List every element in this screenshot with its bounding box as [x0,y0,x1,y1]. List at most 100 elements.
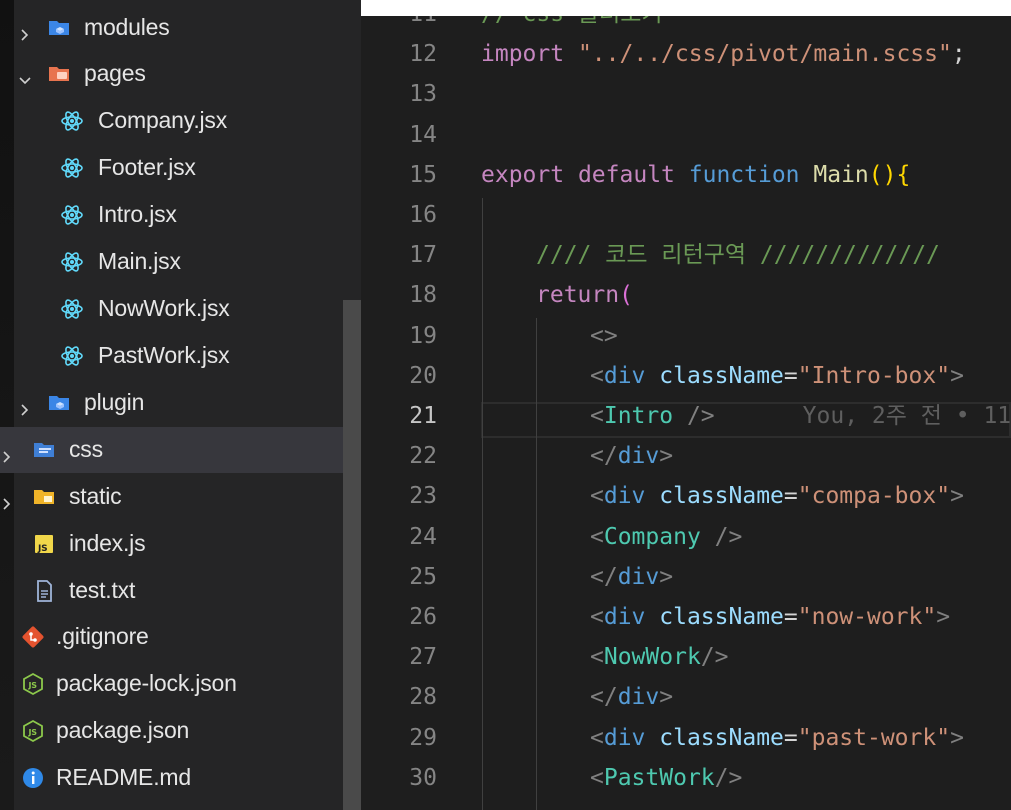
file-explorer: modules pages Company.jsx Footer.jsx Intr… [0,0,361,810]
explorer-scrollbar[interactable] [343,300,361,810]
code-text: </div> [590,677,673,717]
svg-text:JS: JS [28,681,38,690]
line-number: 27 [409,644,437,671]
code-token: function [688,161,800,188]
code-line[interactable]: 28 </div> [361,677,1011,717]
folder-item[interactable]: pages [0,51,361,97]
line-number: 19 [409,322,437,349]
tree-item-label: css [69,436,103,462]
code-token: div [603,483,646,510]
code-text: <NowWork/> [590,637,729,677]
line-number: 24 [409,523,437,550]
file-item[interactable]: JS package.json [0,708,361,754]
tree-item-label: plugin [84,389,145,415]
code-token: </ [590,563,618,590]
code-line[interactable]: 17 //// 코드 리턴구역 ///////////// [361,235,1011,275]
file-item[interactable]: test.txt [0,568,361,614]
file-item[interactable]: Main.jsx [0,239,361,285]
file-item[interactable]: JS package-lock.json [0,661,361,707]
react-icon [60,297,84,321]
chevron-right-icon[interactable] [0,443,14,463]
react-icon [60,250,84,274]
code-text: <div className="compa-box"> [590,476,964,516]
line-number: 29 [409,724,437,751]
code-line[interactable]: 16 [361,195,1011,235]
code-token: > [659,563,674,590]
tree-item-label: Main.jsx [98,248,181,274]
code-line[interactable]: 25 </div> [361,557,1011,597]
code-line[interactable]: 21 <Intro /> You, 2주 전 • 11 [361,396,1011,436]
code-line[interactable]: 24 <Company /> [361,517,1011,557]
code-token: = [783,362,798,389]
file-item[interactable]: JS index.js [0,521,361,567]
code-token: < [590,483,604,510]
code-token: < [590,644,604,671]
code-line[interactable]: 19 <> [361,316,1011,356]
code-line[interactable]: 29 <div className="past-work"> [361,718,1011,758]
chevron-right-icon[interactable] [0,490,14,510]
code-line[interactable]: 13 [361,74,1011,114]
folder-item[interactable]: static [0,474,361,520]
code-token: > [950,724,964,751]
react-icon [60,344,84,368]
line-number: 18 [409,282,437,309]
line-number: 21 [409,403,437,429]
code-line[interactable]: 26 <div className="now-work"> [361,597,1011,637]
git-icon [21,625,45,649]
code-editor[interactable]: 11 // css 불러오기 12 import "../../css/pivot/m… [361,16,1011,810]
tree-item-label: PastWork.jsx [98,342,230,368]
tree-item-label: Company.jsx [98,107,228,133]
code-line[interactable]: 30 <PastWork/> [361,758,1011,798]
code-line[interactable]: 12 import "../../css/pivot/main.scss"; [361,34,1011,74]
code-line[interactable]: 15 export default function Main(){ [361,155,1011,195]
chevron-down-icon[interactable] [18,67,32,85]
line-number: 26 [409,604,437,630]
tree-item-label: Intro.jsx [98,201,177,227]
file-item[interactable]: PastWork.jsx [0,333,361,379]
folder-item[interactable]: modules [0,5,361,51]
folder-item[interactable]: css [0,427,361,473]
code-token: < [590,362,604,389]
code-text: // css 불러오기 [481,16,663,34]
code-token: className [659,362,784,389]
file-item[interactable]: Footer.jsx [0,145,361,191]
code-token: div [603,724,646,751]
code-token: { [896,161,911,188]
code-line[interactable]: 22 </div> [361,436,1011,476]
file-item[interactable]: README.md [0,755,361,801]
line-number: 17 [409,242,437,269]
code-token: /> [700,644,729,671]
code-text: </div> [590,436,673,476]
code-token: = [783,604,798,630]
tree-item-label: index.js [69,530,146,556]
code-text: <Intro /> You, 2주 전 • 11 [590,396,1011,436]
code-token: > [659,443,674,470]
line-number: 28 [409,684,437,711]
code-token: className [659,724,784,751]
chevron-right-icon[interactable] [18,396,32,416]
code-line[interactable]: 18 return( [361,275,1011,315]
code-line[interactable]: 14 [361,115,1011,155]
code-line[interactable]: 23 <div className="compa-box"> [361,476,1011,516]
code-line[interactable]: 11 // css 불러오기 [361,16,1011,34]
code-token: = [783,483,798,510]
code-token: PastWork [603,764,715,791]
code-token: import [481,41,565,68]
folder-item[interactable]: plugin [0,380,361,426]
file-item[interactable]: Company.jsx [0,98,361,144]
code-token: div [603,362,646,389]
chevron-right-icon[interactable] [18,21,32,41]
line-number: 16 [409,202,437,228]
file-item[interactable]: NowWork.jsx [0,286,361,332]
file-item[interactable]: Intro.jsx [0,192,361,238]
info-icon [21,766,45,790]
file-item[interactable]: .gitignore [0,614,361,660]
line-number: 23 [409,483,437,510]
code-token: export [481,161,565,188]
code-token: < [590,403,604,429]
code-line[interactable]: 27 <NowWork/> [361,637,1011,677]
code-line[interactable]: 20 <div className="Intro-box"> [361,356,1011,396]
